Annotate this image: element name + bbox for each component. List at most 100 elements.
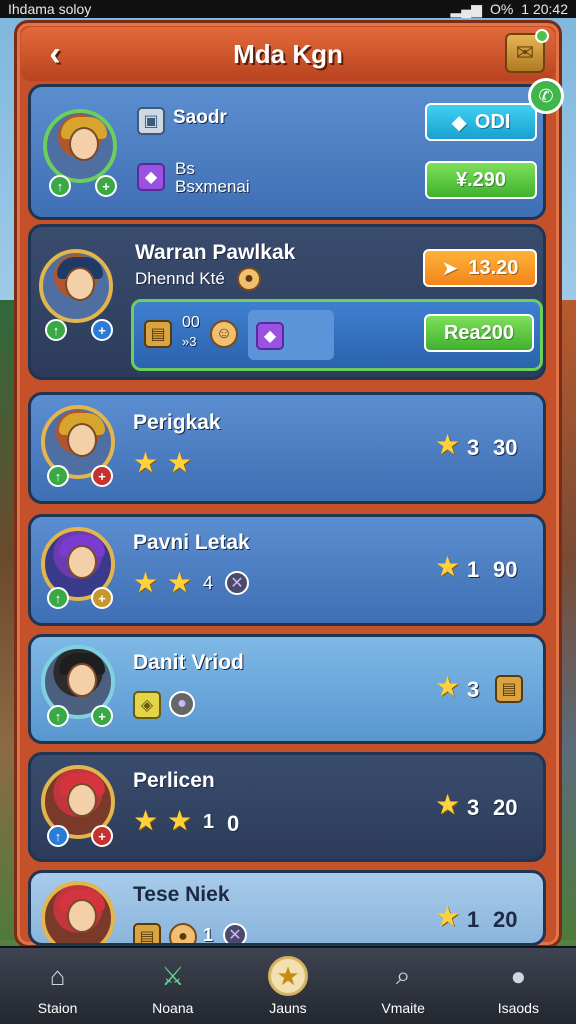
star-icon: ★ [267, 956, 308, 996]
item-name: Perlicen [133, 769, 215, 792]
hero-avatar [41, 881, 115, 943]
list-item[interactable]: Tese Niek ▤ ● 1 ✕ ★ 1 20 [28, 870, 546, 946]
chevron-left-icon: ‹ [49, 34, 61, 73]
search-icon: ⌕ [395, 960, 411, 990]
inline-count: 1 [203, 811, 215, 833]
gem-slot[interactable]: ◆ [248, 310, 334, 360]
star-icon: ★ [133, 805, 159, 836]
rating-score: 30 [493, 435, 518, 460]
equipment-sub: »3 [182, 334, 197, 349]
star-icon: ★ [167, 805, 193, 836]
home-icon: ⌂ [49, 960, 66, 991]
plus-icon: + [95, 175, 117, 197]
list-item[interactable]: ↑ + ▣ Saodr ◆ Bs Bsxmenai ◆ ODI ¥.290 [28, 84, 546, 220]
upgrade-icon: ↑ [47, 465, 69, 487]
battery-label: O% [489, 1, 514, 17]
notification-badge [535, 29, 549, 43]
list-item[interactable]: ↑ + Perlicen ★ ★ 1 0 ★ 3 20 [28, 752, 546, 862]
claim-button[interactable]: Rea200 [424, 314, 534, 352]
item-name: Warran Pawlkak [135, 241, 296, 264]
star-icon: ★ [133, 567, 159, 598]
star-icon: ★ [435, 789, 461, 820]
phone-icon[interactable]: ✆ [528, 78, 564, 114]
envelope-icon: ✉ [515, 40, 535, 65]
item-sub: Dhennd Kté [135, 269, 225, 288]
time-label: 1 20:42 [521, 1, 568, 17]
claim-button-label: Rea200 [443, 321, 515, 344]
buy-button[interactable]: ¥.290 [425, 161, 537, 199]
equipment-count: 00 [182, 314, 200, 331]
orb-icon: ✕ [223, 923, 247, 943]
plus-icon: + [91, 705, 113, 727]
nav-label: Vmaite [381, 1000, 425, 1016]
orb-icon: ✕ [225, 571, 249, 595]
carrier-label: Ihdama soloy [8, 1, 92, 17]
cube-icon: ▣ [137, 107, 165, 135]
chest-icon: ▤ [133, 923, 161, 943]
nav-item-vmaite[interactable]: ⌕ Vmaite [353, 949, 453, 1023]
nav-label: Noana [152, 1000, 194, 1016]
plus-icon: + [91, 587, 113, 609]
inline-count: 1 [203, 925, 214, 945]
rating-level: 1 [467, 557, 480, 582]
rating-level: 1 [467, 907, 480, 932]
upgrade-icon: ↑ [47, 705, 69, 727]
nav-label: Isaods [497, 1000, 539, 1016]
price-button-label: 13.20 [468, 256, 519, 279]
status-bar: Ihdama soloy ▂▄▆ O% 1 20:42 [0, 0, 576, 18]
header: ‹ Mda Kgn ✉ [21, 27, 555, 81]
bottom-nav: ⌂ Staion ⚔ Noana ★ Jauns ⌕ Vmaite ● Isao… [0, 946, 576, 1024]
rating-score: 90 [493, 557, 518, 582]
item-name: Saodr [173, 107, 227, 128]
status-right: ▂▄▆ O% 1 20:42 [450, 1, 568, 18]
sword-icon: ⚔ [161, 960, 185, 991]
item-name: Danit Vriod [133, 651, 244, 674]
list-item[interactable]: ↑ + Warran Pawlkak Dhennd Kté ● ➤ 13.20 ▤… [28, 224, 546, 380]
rating-level: 3 [467, 435, 480, 460]
item-sub-2: Bsxmenai [175, 177, 250, 196]
star-icon: ★ [435, 671, 461, 702]
star-icon: ★ [435, 429, 461, 460]
diamond-icon: ◆ [451, 111, 467, 134]
gem-icon: ◆ [137, 163, 165, 191]
diamond-button[interactable]: ◆ ODI [425, 103, 537, 141]
star-icon: ★ [435, 901, 461, 932]
signal-icon: ▂▄▆ [450, 0, 482, 17]
shield-icon: ◈ [133, 691, 161, 719]
list-item[interactable]: ↑ + Danit Vriod ◈ ● ★ 3 ▤ [28, 634, 546, 744]
nav-item-noana[interactable]: ⚔ Noana [123, 949, 223, 1023]
orb-icon: ● [169, 691, 195, 717]
list-item[interactable]: ↑ + Pavni Letak ★ ★ 4 ✕ ★ 1 90 [28, 514, 546, 626]
nav-item-isaods[interactable]: ● Isaods [468, 949, 568, 1023]
star-icon: ★ [167, 447, 193, 478]
gem-icon: ◆ [256, 322, 284, 350]
mail-button[interactable]: ✉ [505, 29, 549, 73]
coin-icon: ● [169, 923, 197, 943]
inline-count: 4 [203, 573, 214, 593]
item-sub: Bs [175, 159, 195, 178]
chest-icon: ▤ [495, 675, 523, 703]
item-name: Perigkak [133, 411, 221, 434]
coin-icon: ● [237, 267, 261, 291]
page-title: Mda Kgn [233, 38, 343, 69]
upgrade-icon: ↑ [47, 825, 69, 847]
upgrade-icon: ↑ [45, 319, 67, 341]
price-button[interactable]: ➤ 13.20 [423, 249, 537, 287]
nav-item-station[interactable]: ⌂ Staion [8, 949, 108, 1023]
nav-label: Staion [37, 1000, 78, 1016]
buy-button-label: ¥.290 [455, 168, 507, 191]
companion-icon: ☺ [210, 320, 238, 348]
list-item[interactable]: ↑ + Perigkak ★ ★ ★ 3 30 [28, 392, 546, 504]
chest-icon: ▤ [144, 320, 172, 348]
upgrade-icon: ↑ [47, 587, 69, 609]
inline-count-2: 0 [227, 811, 240, 836]
item-name: Pavni Letak [133, 531, 250, 554]
hero-avatar [39, 249, 113, 323]
nav-item-jauns[interactable]: ★ Jauns [238, 949, 338, 1023]
equipment-row: ▤ 00 »3 ☺ ◆ Rea200 [131, 299, 543, 371]
back-button[interactable]: ‹ [35, 35, 75, 73]
star-icon: ★ [133, 447, 159, 478]
nav-label: Jauns [269, 1000, 307, 1016]
item-name: Tese Niek [133, 883, 230, 906]
rating-level: 3 [467, 677, 480, 702]
